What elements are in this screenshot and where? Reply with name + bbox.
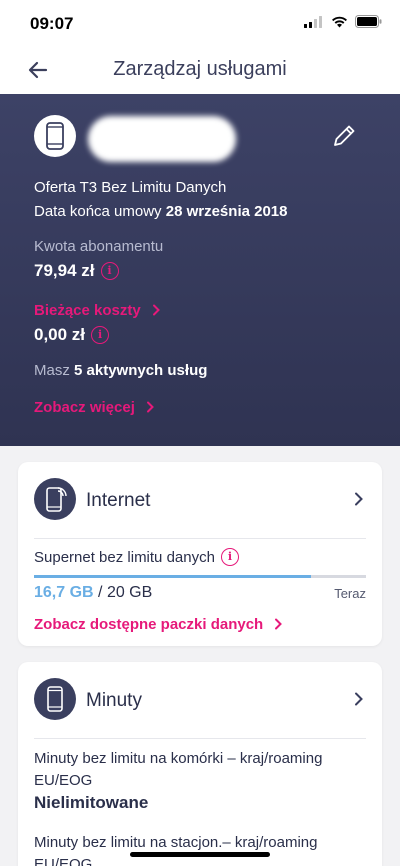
current-costs-link[interactable]: Bieżące koszty — [34, 302, 161, 319]
info-icon[interactable]: i — [220, 548, 239, 566]
current-costs-amount: 0,00 zł — [34, 325, 86, 344]
minutes-card: Minuty Minuty bez limitu na komórki – kr… — [18, 662, 382, 866]
status-bar: 09:07 — [0, 0, 400, 48]
phone-avatar — [34, 115, 76, 157]
info-icon[interactable]: i — [91, 326, 110, 344]
active-services-text: Masz 5 aktywnych usług — [34, 362, 207, 379]
now-label: Teraz — [334, 586, 366, 601]
data-usage-bar — [34, 575, 366, 578]
minutes-item2-label: Minuty bez limitu na stacjon.– kraj/roam… — [34, 834, 318, 866]
chevron-right-icon — [147, 401, 154, 413]
internet-icon-badge — [34, 478, 76, 520]
data-total: / 20 GB — [98, 584, 153, 601]
home-indicator — [130, 852, 270, 857]
minutes-item1-label: Minuty bez limitu na komórki – kraj/roam… — [34, 750, 323, 789]
subscription-amount: 79,94 zł — [34, 261, 95, 280]
contract-end-row: Data końca umowy 28 września 2018 — [34, 203, 288, 220]
navigation-bar: Zarządzaj usługami — [0, 48, 400, 94]
pencil-icon[interactable] — [330, 122, 358, 150]
data-packages-link[interactable]: Zobacz dostępne paczki danych — [34, 616, 283, 633]
active-services-count: 5 aktywnych usług — [74, 362, 208, 379]
internet-card-header[interactable]: Internet — [18, 462, 382, 538]
contract-end-label: Data końca umowy — [34, 203, 162, 220]
redacted-phone-number — [88, 116, 236, 162]
internet-plan-name: Supernet bez limitu danych — [34, 549, 215, 566]
chevron-right-icon — [152, 304, 160, 316]
data-used: 16,7 GB — [34, 584, 94, 601]
subscription-label: Kwota abonamentu — [34, 238, 164, 255]
chevron-right-icon — [355, 492, 363, 506]
minutes-item1-value: Nielimitowane — [34, 793, 149, 812]
contract-end-date: 28 września 2018 — [165, 203, 288, 220]
see-more-label: Zobacz więcej — [34, 399, 135, 416]
chevron-right-icon — [355, 692, 363, 706]
see-more-link[interactable]: Zobacz więcej — [34, 399, 155, 416]
info-icon[interactable]: i — [100, 262, 119, 280]
minutes-card-header[interactable]: Minuty — [18, 662, 382, 738]
card-divider — [34, 538, 366, 539]
cellular-signal-icon — [304, 15, 322, 28]
status-time: 09:07 — [30, 14, 74, 33]
phone-icon — [47, 686, 63, 712]
offer-text: Oferta T3 Bez Limitu Danych — [34, 179, 227, 196]
data-usage-text: 16,7 GB / 20 GB — [34, 584, 152, 602]
status-icons — [304, 15, 382, 28]
internet-card-title: Internet — [86, 490, 151, 511]
internet-plan-row: Supernet bez limitu danych i — [34, 548, 239, 566]
card-divider — [34, 738, 366, 739]
account-summary: Oferta T3 Bez Limitu Danych Data końca u… — [0, 94, 400, 446]
minutes-icon-badge — [34, 678, 76, 720]
wifi-icon — [332, 16, 347, 27]
phone-icon — [46, 122, 64, 150]
current-costs-amount-row: 0,00 zł i — [34, 325, 110, 345]
data-packages-label: Zobacz dostępne paczki danych — [34, 616, 264, 633]
active-services-prefix: Masz — [34, 362, 70, 379]
page-title: Zarządzaj usługami — [113, 58, 287, 80]
battery-icon — [355, 15, 382, 28]
data-usage-fill — [34, 575, 312, 578]
minutes-card-title: Minuty — [86, 690, 142, 711]
subscription-amount-row: 79,94 zł i — [34, 261, 119, 281]
chevron-right-icon — [275, 618, 283, 630]
phone-wifi-icon — [46, 487, 67, 512]
current-costs-label: Bieżące koszty — [34, 302, 141, 319]
internet-card: Internet Supernet bez limitu danych i 16,… — [18, 462, 382, 646]
